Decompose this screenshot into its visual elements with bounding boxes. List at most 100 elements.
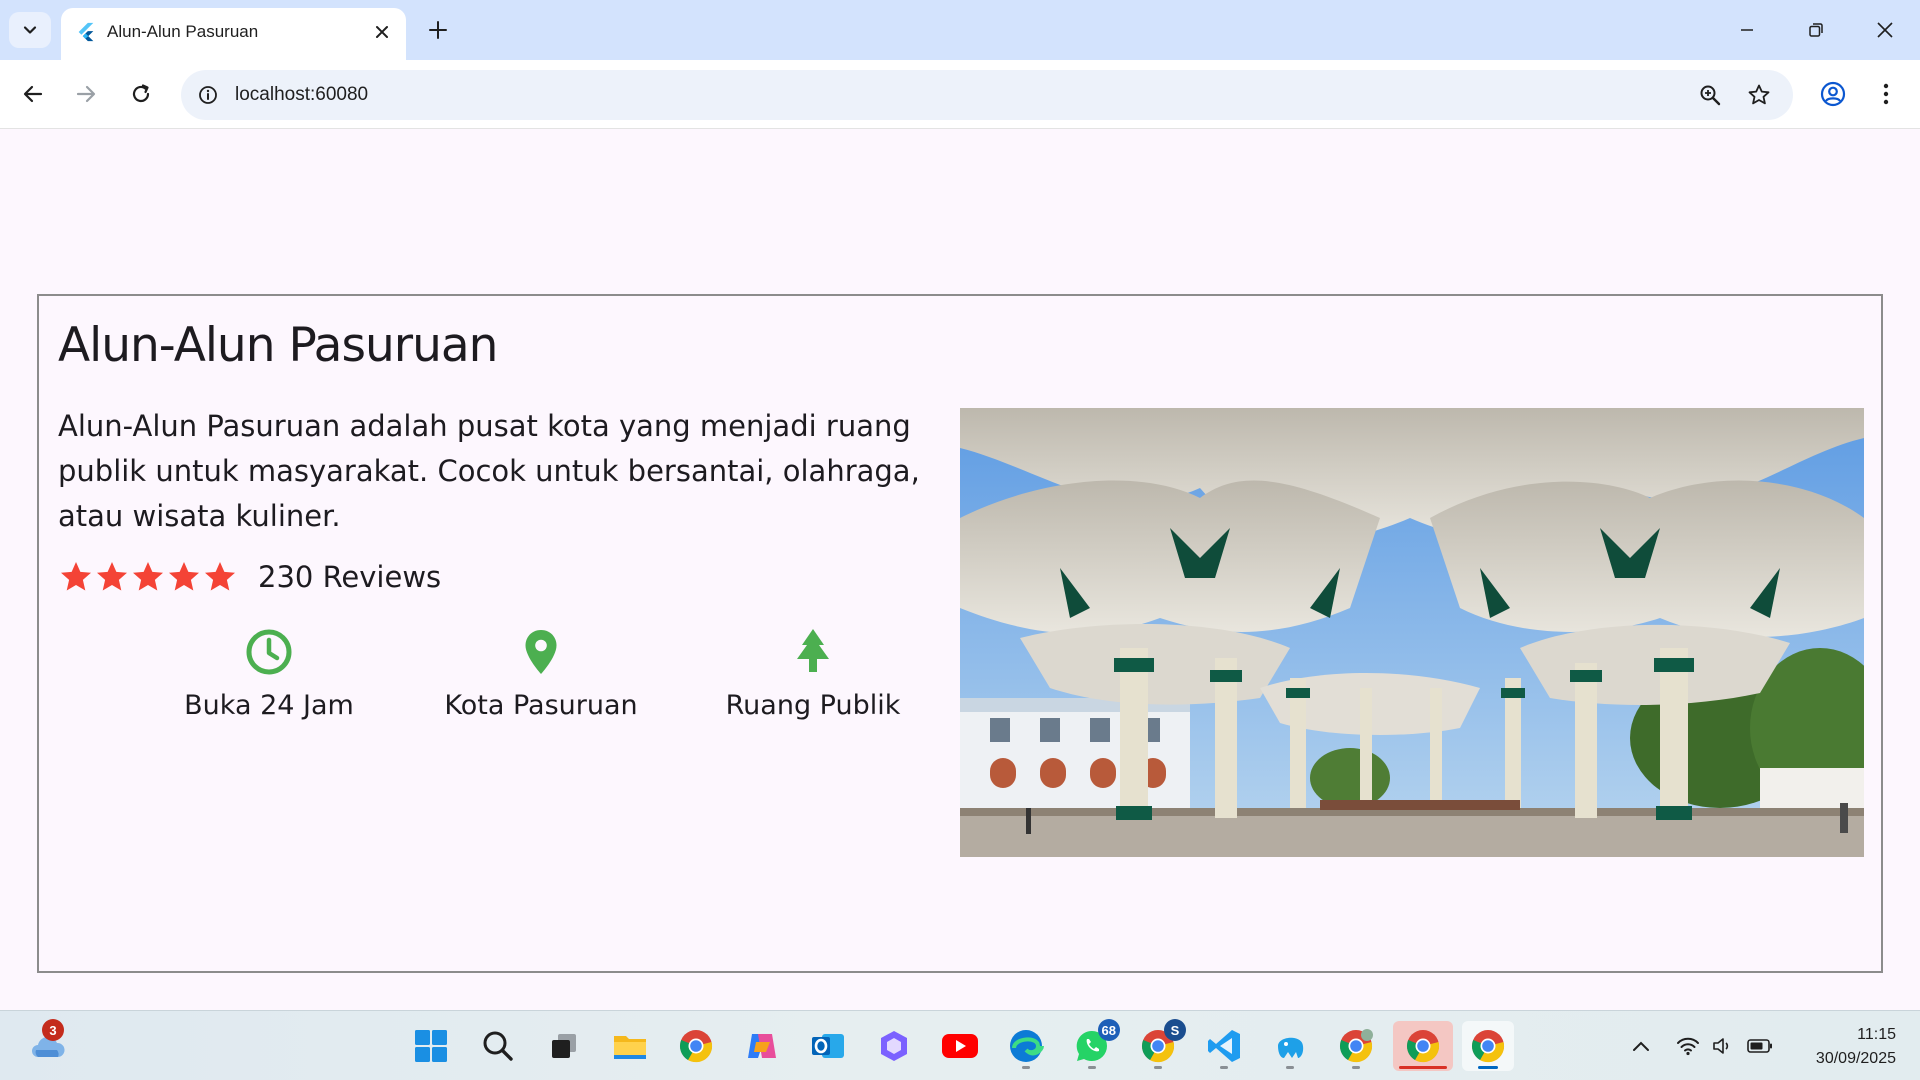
- location-pin-icon: [525, 630, 557, 674]
- rating-row: 230 Reviews: [58, 557, 441, 597]
- speaker-icon: [1713, 1038, 1729, 1054]
- taskbar: 3 68 S 11:15 30/09/2025: [0, 1010, 1920, 1080]
- youtube-button[interactable]: [934, 1021, 986, 1071]
- microsoft365-icon: [881, 1031, 907, 1061]
- chrome-button[interactable]: [670, 1021, 722, 1071]
- running-indicator: [1022, 1066, 1030, 1069]
- feature-label: Ruang Publik: [725, 690, 901, 721]
- whatsapp-button[interactable]: 68: [1066, 1019, 1120, 1071]
- battery-icon: [1747, 1039, 1772, 1053]
- file-explorer-icon: [614, 1036, 646, 1059]
- clock[interactable]: 11:15 30/09/2025: [1816, 1023, 1896, 1071]
- running-indicator: [1220, 1066, 1228, 1069]
- wifi-status[interactable]: [1675, 1033, 1701, 1059]
- star-icon: [1748, 84, 1770, 105]
- restore-icon: [1809, 23, 1823, 37]
- copilot-button[interactable]: [736, 1021, 788, 1071]
- outlook-button[interactable]: [802, 1021, 854, 1071]
- feature-label: Buka 24 Jam: [184, 690, 354, 721]
- youtube-icon: [942, 1034, 978, 1058]
- tab-title: Alun-Alun Pasuruan: [107, 22, 259, 41]
- edge-icon: [1010, 1030, 1044, 1062]
- plus-icon: [429, 21, 447, 39]
- microsoft365-button[interactable]: [868, 1021, 920, 1071]
- weather-badge: 3: [42, 1019, 64, 1041]
- bookmark-button[interactable]: [1745, 81, 1773, 109]
- running-indicator: [1286, 1066, 1294, 1069]
- chrome-profile-button[interactable]: S: [1132, 1019, 1186, 1071]
- place-title: Alun-Alun Pasuruan: [58, 318, 498, 373]
- weather-widget[interactable]: 3: [22, 1019, 74, 1071]
- vscode-button[interactable]: [1198, 1021, 1250, 1071]
- active-indicator: [1478, 1066, 1498, 1069]
- chrome-icon-2: [1471, 1030, 1505, 1063]
- task-view-button[interactable]: [538, 1021, 590, 1071]
- copilot-icon: [748, 1034, 776, 1058]
- show-hidden-icons-button[interactable]: [1628, 1033, 1654, 1059]
- tree-icon: [797, 629, 829, 672]
- url-text[interactable]: localhost:60080: [235, 84, 368, 106]
- search-icon: [483, 1031, 513, 1061]
- minimize-button[interactable]: [1727, 12, 1767, 48]
- clock-time: 11:15: [1857, 1026, 1896, 1043]
- chrome-active-button[interactable]: [1393, 1021, 1453, 1071]
- forward-button[interactable]: [66, 74, 106, 114]
- close-icon: [376, 26, 388, 38]
- new-tab-button[interactable]: [424, 16, 452, 44]
- chrome-icon: [679, 1030, 713, 1063]
- place-photo: [960, 408, 1864, 857]
- elephant-app-icon: [1278, 1037, 1304, 1058]
- site-info-button[interactable]: [193, 80, 223, 110]
- active-indicator: [1399, 1066, 1447, 1069]
- reviews-count: 230 Reviews: [258, 560, 442, 594]
- star-icon: [133, 562, 163, 591]
- reload-icon: [132, 84, 150, 103]
- feature-category: Ruang Publik: [683, 626, 943, 721]
- browser-toolbar: localhost:60080: [0, 60, 1920, 129]
- running-indicator: [1352, 1066, 1360, 1069]
- vscode-icon: [1208, 1030, 1240, 1062]
- zoom-button[interactable]: [1696, 81, 1724, 109]
- chrome-button-2[interactable]: [1462, 1021, 1514, 1071]
- search-button[interactable]: [472, 1021, 524, 1071]
- close-window-icon: [1877, 22, 1893, 38]
- restore-button[interactable]: [1796, 12, 1836, 48]
- whatsapp-badge: 68: [1097, 1019, 1120, 1041]
- elephant-app-button[interactable]: [1264, 1021, 1316, 1071]
- volume-control[interactable]: [1710, 1033, 1736, 1059]
- chrome-profile-badge: S: [1164, 1019, 1186, 1041]
- forward-arrow-icon: [76, 85, 96, 103]
- profile-button[interactable]: [1813, 74, 1853, 114]
- place-description: Alun-Alun Pasuruan adalah pusat kota yan…: [58, 409, 920, 533]
- file-explorer-button[interactable]: [604, 1021, 656, 1071]
- zoom-icon: [1700, 85, 1721, 106]
- wifi-icon: [1677, 1037, 1699, 1056]
- back-button[interactable]: [13, 74, 53, 114]
- running-indicator: [1154, 1066, 1162, 1069]
- clock-date: 30/09/2025: [1815, 1050, 1896, 1067]
- chrome-guest-button[interactable]: [1330, 1021, 1382, 1071]
- star-icon: [61, 562, 91, 591]
- battery-status[interactable]: [1747, 1033, 1773, 1059]
- feature-list: Buka 24 Jam Kota Pasuruan Ruang Publik: [139, 626, 939, 726]
- star-icon: [205, 562, 235, 591]
- browser-tab[interactable]: Alun-Alun Pasuruan: [61, 8, 406, 60]
- outlook-icon: [812, 1034, 844, 1058]
- menu-button[interactable]: [1866, 74, 1906, 114]
- place-card: Alun-Alun Pasuruan Alun-Alun Pasuruan ad…: [37, 294, 1883, 973]
- tab-close-button[interactable]: [370, 20, 394, 44]
- close-window-button[interactable]: [1865, 12, 1905, 48]
- tab-search-button[interactable]: [9, 12, 51, 48]
- task-view-icon: [552, 1034, 576, 1058]
- start-button[interactable]: [405, 1021, 457, 1071]
- feature-hours: Buka 24 Jam: [139, 626, 399, 721]
- clock-icon: [246, 629, 292, 675]
- reload-button[interactable]: [121, 74, 161, 114]
- profile-icon: [1820, 81, 1846, 107]
- address-bar[interactable]: localhost:60080: [181, 70, 1793, 120]
- edge-button[interactable]: [1000, 1021, 1052, 1071]
- windows-start-icon: [415, 1030, 447, 1062]
- running-indicator: [1088, 1066, 1096, 1069]
- minimize-icon: [1741, 29, 1753, 31]
- kebab-menu-icon: [1883, 83, 1889, 105]
